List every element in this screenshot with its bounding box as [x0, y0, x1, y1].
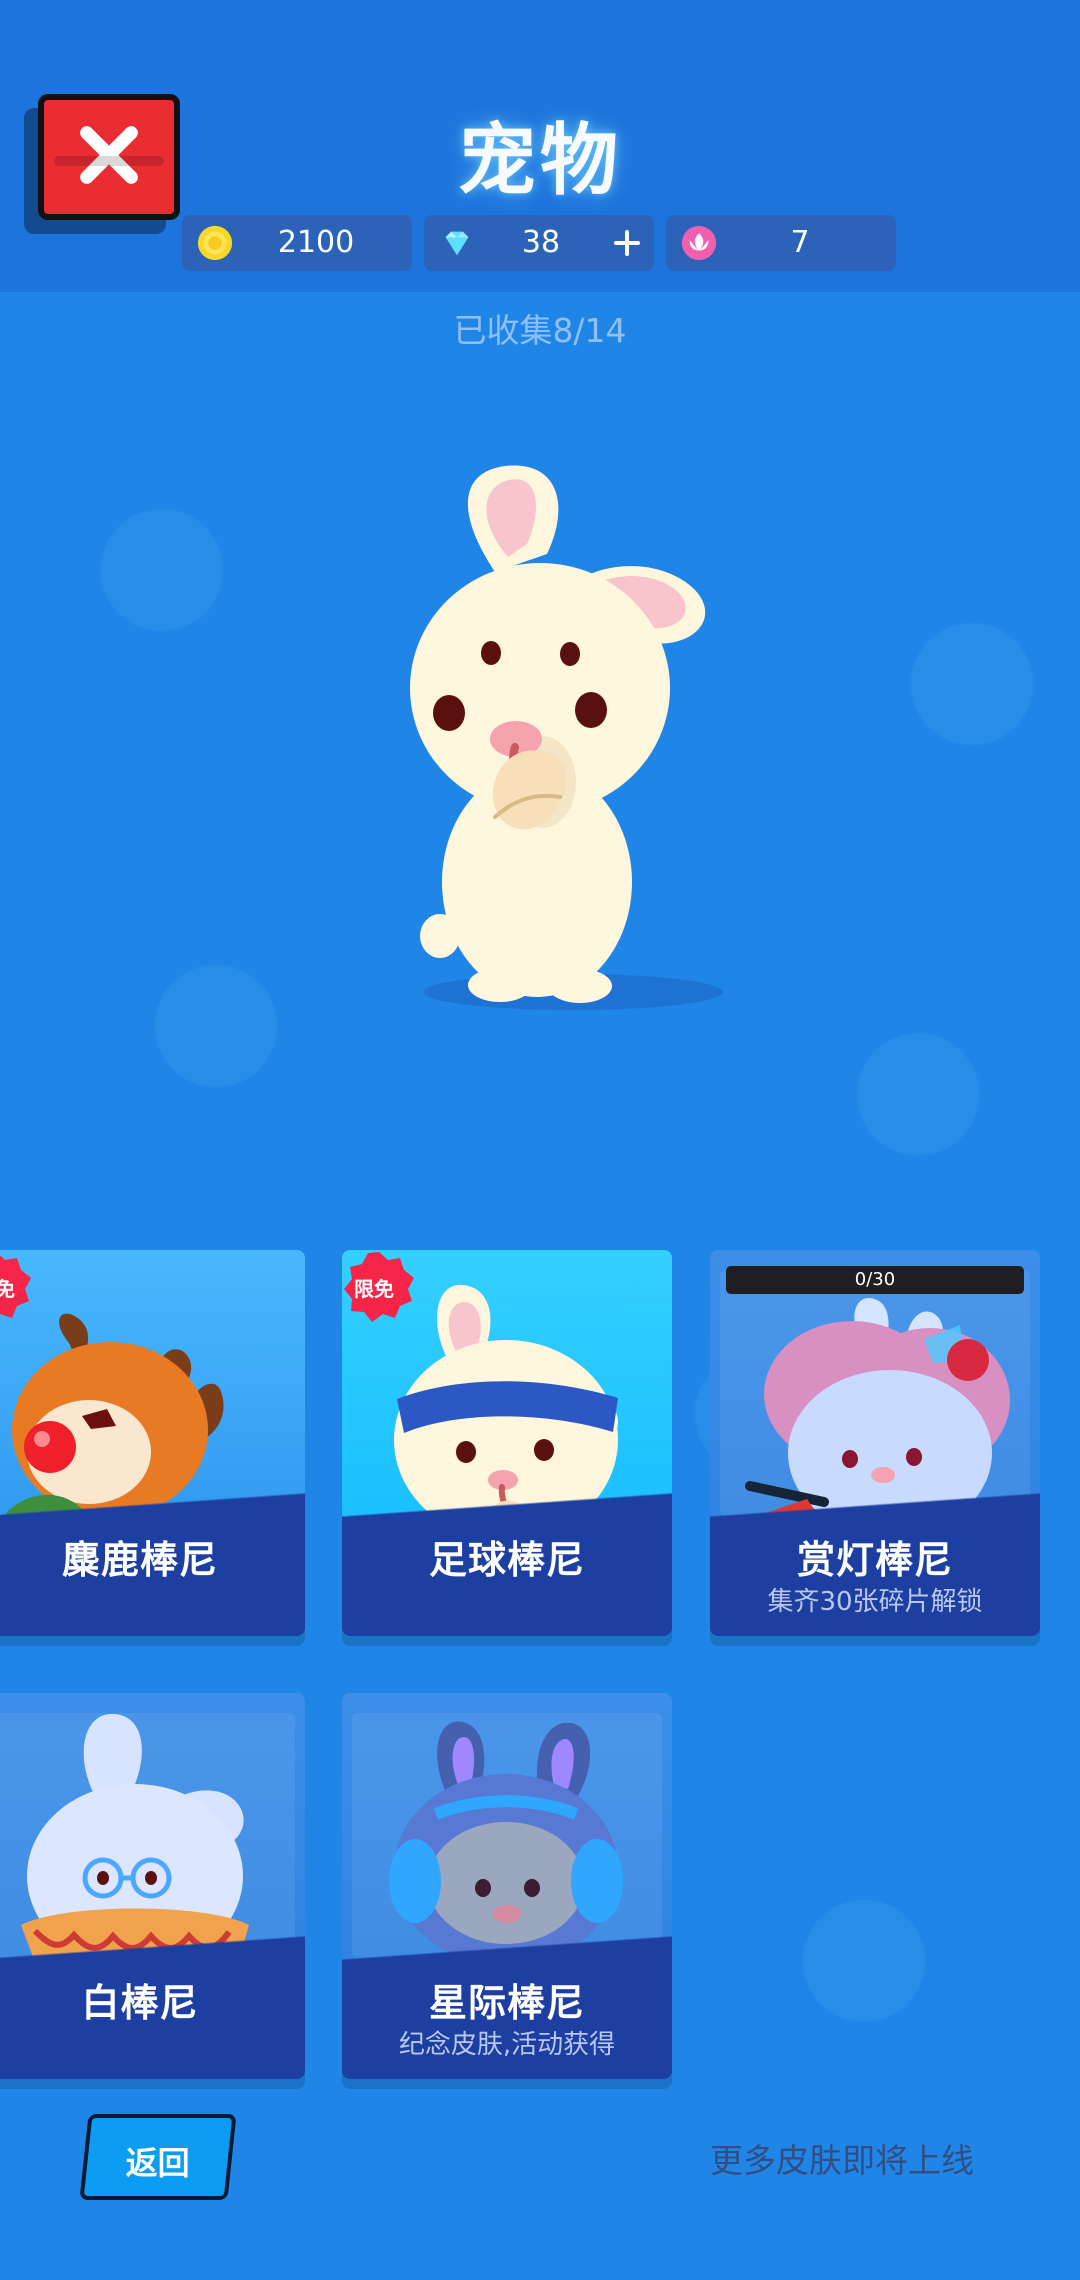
coin-balance: 2100 [182, 215, 412, 271]
diamond-value: 38 [521, 225, 561, 260]
pet-card[interactable]: 0/30 赏灯棒尼 集齐30张碎片解锁 [710, 1250, 1040, 1636]
plus-icon[interactable] [614, 230, 640, 256]
top-header: 宠物 2100 38 7 [0, 0, 1080, 292]
pet-card[interactable]: 星际棒尼 纪念皮肤,活动获得 [342, 1693, 672, 2079]
lotus-icon [681, 225, 717, 261]
page-title: 宠物 [457, 116, 622, 206]
pet-card[interactable]: 麋鹿棒尼 限免 [0, 1250, 305, 1636]
card-name: 足球棒尼 [428, 1538, 585, 1582]
coin-value: 2100 [277, 225, 355, 260]
card-name: 星际棒尼 [428, 1981, 585, 2025]
coin-icon [197, 225, 233, 261]
free-badge-label: 限免 [0, 1277, 15, 1301]
lotus-balance: 7 [666, 215, 896, 271]
more-skins-notice: 更多皮肤即将上线 [710, 2141, 974, 2180]
card-name: 赏灯棒尼 [796, 1538, 953, 1582]
diamond-icon [445, 231, 469, 256]
return-button[interactable]: 返回 [79, 2114, 237, 2200]
pet-card[interactable]: 足球棒尼 限免 [342, 1250, 672, 1636]
lotus-value: 7 [790, 225, 810, 260]
collection-status: 已收集8/14 [453, 311, 627, 350]
free-badge-label: 限免 [354, 1277, 394, 1301]
card-name: 白棒尼 [81, 1981, 199, 2025]
card-unlock-hint: 纪念皮肤,活动获得 [398, 2030, 616, 2060]
rabbit-illustration [410, 465, 723, 1010]
return-button-label: 返回 [125, 2144, 190, 2182]
pet-card[interactable]: 白棒尼 [0, 1693, 305, 2079]
fragment-progress: 0/30 [726, 1266, 1024, 1294]
diamond-balance: 38 [424, 215, 654, 271]
card-name: 麋鹿棒尼 [61, 1538, 218, 1582]
card-unlock-hint: 集齐30张碎片解锁 [767, 1587, 983, 1617]
